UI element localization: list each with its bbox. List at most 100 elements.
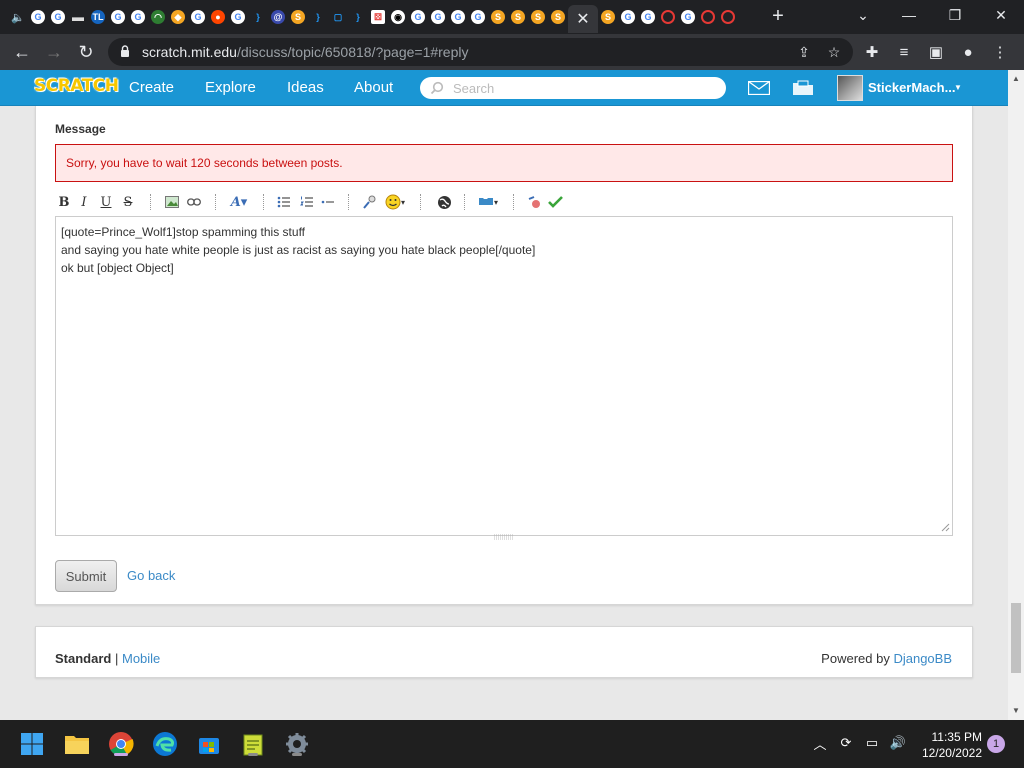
tab-google-icon[interactable]: G: [428, 7, 448, 27]
bold-button[interactable]: B: [57, 193, 71, 211]
page-scrollbar[interactable]: ▲ ▼: [1008, 70, 1024, 720]
tab-scratch-icon[interactable]: S: [288, 7, 308, 27]
menu-kebab-icon[interactable]: ⋮: [990, 42, 1010, 62]
tab-github-icon[interactable]: ◉: [388, 7, 408, 27]
tab-scratch-icon[interactable]: S: [548, 7, 568, 27]
chrome-taskbar-icon[interactable]: [107, 730, 135, 758]
tab-google-icon[interactable]: G: [448, 7, 468, 27]
tab-google-icon[interactable]: G: [48, 7, 68, 27]
side-panel-icon[interactable]: ▣: [926, 42, 946, 62]
scroll-thumb[interactable]: [1011, 603, 1021, 673]
tab-quora-icon[interactable]: [698, 7, 718, 27]
windows-start-icon[interactable]: [18, 730, 46, 758]
textarea-resize-grip-icon[interactable]: [940, 522, 950, 532]
back-arrow-icon[interactable]: ←: [10, 40, 34, 64]
quote-icon[interactable]: [361, 193, 379, 211]
tab-scratch-icon[interactable]: S: [488, 7, 508, 27]
tab-monitor-icon[interactable]: ▬: [68, 7, 88, 27]
search-input[interactable]: [453, 79, 713, 97]
submit-button[interactable]: Submit: [55, 560, 117, 592]
network-icon[interactable]: ▭: [864, 734, 880, 752]
tab-search-chevron-icon[interactable]: ⌄: [840, 0, 886, 30]
font-style-icon[interactable]: A▾: [227, 193, 251, 211]
bulleted-list-icon[interactable]: [275, 193, 293, 211]
tab-google-icon[interactable]: G: [108, 7, 128, 27]
active-tab-close-icon[interactable]: ✕: [568, 5, 598, 33]
nav-ideas[interactable]: Ideas: [287, 79, 324, 96]
notification-badge[interactable]: 1: [987, 735, 1005, 753]
tab-google-icon[interactable]: G: [228, 7, 248, 27]
tab-google-icon[interactable]: G: [28, 7, 48, 27]
go-back-link[interactable]: Go back: [127, 568, 175, 583]
message-textarea[interactable]: [quote=Prince_Wolf1]stop spamming this s…: [55, 216, 953, 536]
volume-icon[interactable]: 🔊: [890, 734, 906, 752]
tab-google-icon[interactable]: G: [188, 7, 208, 27]
url-text[interactable]: scratch.mit.edu/discuss/topic/650818/?pa…: [142, 44, 469, 60]
preview-checkmark-icon[interactable]: [546, 193, 564, 211]
tab-dice-icon[interactable]: ⚄: [368, 7, 388, 27]
nav-create[interactable]: Create: [129, 79, 174, 96]
tab-quora-icon[interactable]: [718, 7, 738, 27]
scratch-logo[interactable]: SCRATCH: [34, 76, 119, 96]
globe-icon[interactable]: [435, 193, 453, 211]
tab-scratch-icon[interactable]: S: [598, 7, 618, 27]
smiley-icon[interactable]: ▾: [382, 193, 408, 211]
username[interactable]: StickerMach...: [868, 80, 955, 95]
tab-chat-icon[interactable]: ▢: [328, 7, 348, 27]
tab-google-icon[interactable]: G: [618, 7, 638, 27]
address-bar[interactable]: scratch.mit.edu/discuss/topic/650818/?pa…: [108, 38, 853, 66]
tab-google-icon[interactable]: G: [678, 7, 698, 27]
image-icon[interactable]: [163, 193, 181, 211]
djangobb-link[interactable]: DjangoBB: [893, 651, 952, 666]
share-icon[interactable]: ⇪: [795, 43, 813, 61]
tab-at-icon[interactable]: @: [268, 7, 288, 27]
file-explorer-icon[interactable]: [63, 730, 91, 758]
notepad-app-icon[interactable]: [239, 730, 267, 758]
lock-icon[interactable]: [120, 45, 130, 57]
list-item-icon[interactable]: [319, 193, 337, 211]
strikethrough-button[interactable]: S: [121, 193, 135, 211]
tab-google-icon[interactable]: G: [128, 7, 148, 27]
tab-reddit-icon[interactable]: ●: [208, 7, 228, 27]
sync-status-icon[interactable]: ⟳: [838, 734, 854, 752]
new-tab-button[interactable]: +: [768, 6, 788, 26]
settings-gear-icon[interactable]: [283, 730, 311, 758]
underline-button[interactable]: U: [99, 193, 113, 211]
maximize-icon[interactable]: ❐: [932, 0, 978, 30]
edge-icon[interactable]: [151, 730, 179, 758]
tab-code-icon[interactable]: }: [248, 7, 268, 27]
tab-audio-icon[interactable]: 🔈: [8, 7, 28, 27]
scratchblocks-icon[interactable]: ▾: [475, 193, 501, 211]
tab-code-icon[interactable]: }: [308, 7, 328, 27]
mobile-view-link[interactable]: Mobile: [122, 651, 160, 666]
editor-height-resizer-icon[interactable]: [493, 534, 515, 540]
clean-bbcode-icon[interactable]: [525, 193, 543, 211]
bookmark-star-icon[interactable]: ☆: [825, 43, 843, 61]
user-menu-caret-icon[interactable]: ▼: [954, 83, 962, 92]
nav-about[interactable]: About: [354, 79, 393, 96]
minimize-icon[interactable]: —: [886, 0, 932, 30]
tab-google-icon[interactable]: G: [408, 7, 428, 27]
forward-arrow-icon[interactable]: →: [42, 40, 66, 64]
tab-wifi-icon[interactable]: ◠: [148, 7, 168, 27]
tray-overflow-chevron-icon[interactable]: ︿: [812, 734, 828, 752]
profile-icon[interactable]: ●: [958, 42, 978, 62]
scroll-down-arrow-icon[interactable]: ▼: [1012, 706, 1020, 715]
tab-google-icon[interactable]: G: [638, 7, 658, 27]
link-icon[interactable]: [185, 193, 203, 211]
tab-code-icon[interactable]: }: [348, 7, 368, 27]
avatar[interactable]: [837, 75, 863, 101]
tab-app-icon[interactable]: ◆: [168, 7, 188, 27]
italic-button[interactable]: I: [77, 193, 91, 211]
tab-scratch-icon[interactable]: S: [508, 7, 528, 27]
messages-mail-icon[interactable]: [748, 81, 770, 95]
scroll-up-arrow-icon[interactable]: ▲: [1012, 74, 1020, 83]
taskbar-clock[interactable]: 11:35 PM 12/20/2022: [918, 729, 982, 761]
nav-explore[interactable]: Explore: [205, 79, 256, 96]
tab-scratch-icon[interactable]: S: [528, 7, 548, 27]
search-box[interactable]: [420, 77, 726, 99]
tab-quora-icon[interactable]: [658, 7, 678, 27]
tab-google-icon[interactable]: G: [468, 7, 488, 27]
my-stuff-folder-icon[interactable]: [792, 80, 814, 96]
numbered-list-icon[interactable]: [298, 193, 316, 211]
